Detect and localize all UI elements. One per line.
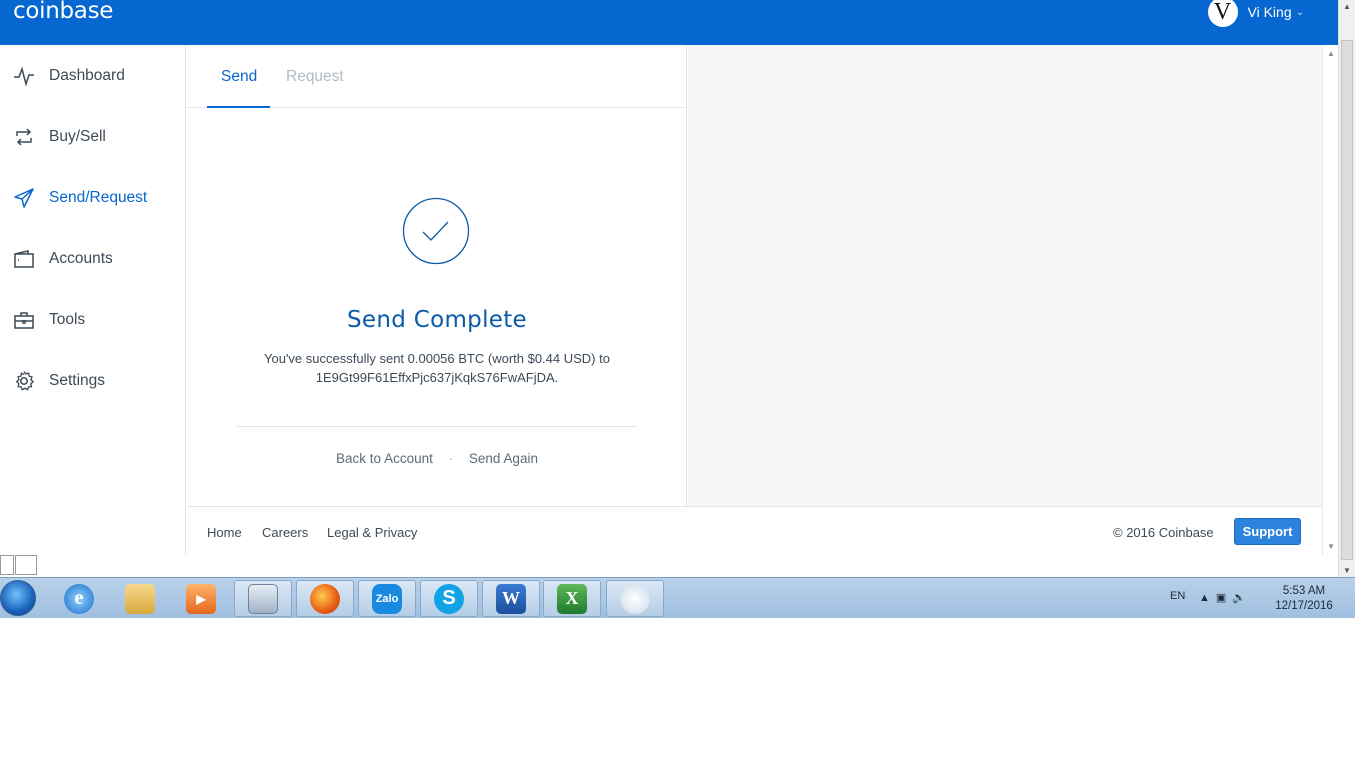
inner-scrollbar[interactable]: ▲ ▼ bbox=[1322, 45, 1338, 555]
media-player-icon: ▶ bbox=[186, 583, 216, 614]
skype-icon: S bbox=[434, 583, 464, 614]
result-actions: Back to Account · Send Again bbox=[187, 451, 687, 466]
network-icon[interactable]: ▣ bbox=[1216, 592, 1232, 604]
taskbar-zalo[interactable]: Zalo bbox=[358, 580, 416, 617]
paper-plane-icon bbox=[14, 188, 34, 208]
sidebar-item-tools[interactable]: Tools bbox=[0, 300, 186, 340]
checkmark-circle-icon bbox=[402, 197, 470, 265]
paint-icon bbox=[620, 583, 650, 614]
taskbar-word[interactable]: W bbox=[482, 580, 540, 617]
taskbar-ie[interactable]: e bbox=[50, 580, 108, 617]
internet-explorer-icon: e bbox=[64, 583, 94, 614]
avatar[interactable]: V bbox=[1207, 0, 1238, 27]
system-tray-icons[interactable]: ▲▣🔈 bbox=[1199, 591, 1252, 604]
volume-icon[interactable]: 🔈 bbox=[1232, 592, 1252, 604]
sidebar-item-label: Send/Request bbox=[49, 189, 148, 206]
separator-dot: · bbox=[448, 451, 454, 466]
sidebar-item-dashboard[interactable]: Dashboard bbox=[0, 56, 186, 96]
chevron-down-icon[interactable]: ⌄ bbox=[1296, 7, 1304, 18]
taskbar-paint[interactable] bbox=[606, 580, 664, 617]
language-indicator[interactable]: EN bbox=[1170, 590, 1185, 602]
taskbar-excel[interactable]: X bbox=[543, 580, 601, 617]
scroll-up-icon[interactable]: ▲ bbox=[1327, 49, 1335, 58]
footer-home-link[interactable]: Home bbox=[207, 525, 242, 540]
clock-date: 12/17/2016 bbox=[1275, 600, 1333, 612]
sidebar-item-label: Buy/Sell bbox=[49, 128, 106, 145]
coinbase-logo[interactable]: coinbase bbox=[13, 0, 113, 24]
right-empty-pane bbox=[688, 45, 1322, 506]
sidebar-item-label: Settings bbox=[49, 372, 106, 389]
sidebar-item-settings[interactable]: Settings bbox=[0, 361, 186, 401]
tab-request[interactable]: Request bbox=[286, 68, 344, 86]
footer-careers-link[interactable]: Careers bbox=[262, 525, 308, 540]
taskbar-clock[interactable]: 5:53 AM 12/17/2016 bbox=[1268, 584, 1340, 614]
scroll-up-icon[interactable]: ▲ bbox=[1343, 2, 1351, 11]
scrollbar-thumb[interactable] bbox=[1341, 40, 1353, 560]
status-strip bbox=[0, 555, 1338, 577]
back-to-account-link[interactable]: Back to Account bbox=[336, 451, 433, 466]
status-strip-icons bbox=[0, 555, 38, 575]
copyright: © 2016 Coinbase bbox=[1113, 525, 1214, 540]
top-bar: coinbase V Vi King ⌄ bbox=[0, 0, 1338, 45]
active-tab-indicator bbox=[207, 106, 270, 108]
document-image-icon[interactable] bbox=[15, 555, 37, 575]
firefox-icon bbox=[310, 583, 340, 614]
taskbar-skype[interactable]: S bbox=[420, 580, 478, 617]
sidebar-item-accounts[interactable]: Accounts bbox=[0, 239, 186, 279]
divider bbox=[237, 426, 637, 427]
taskbar-calculator[interactable] bbox=[234, 580, 292, 617]
toolbox-icon bbox=[14, 312, 34, 329]
message-line: You've successfully sent 0.00056 BTC (wo… bbox=[264, 351, 610, 366]
sidebar-item-label: Tools bbox=[49, 311, 86, 328]
word-icon: W bbox=[496, 583, 526, 614]
calculator-icon bbox=[248, 583, 278, 614]
document-icon[interactable] bbox=[0, 555, 14, 575]
wallet-icon bbox=[14, 250, 34, 268]
sidebar-item-label: Dashboard bbox=[49, 67, 125, 84]
send-again-link[interactable]: Send Again bbox=[469, 451, 538, 466]
send-complete-message: You've successfully sent 0.00056 BTC (wo… bbox=[237, 349, 637, 387]
sidebar: Dashboard Buy/Sell Send/Request Accounts… bbox=[0, 45, 186, 555]
pulse-icon bbox=[14, 66, 34, 87]
clock-time: 5:53 AM bbox=[1282, 585, 1326, 597]
user-name[interactable]: Vi King bbox=[1248, 4, 1292, 20]
sidebar-item-send-request[interactable]: Send/Request bbox=[0, 178, 186, 218]
taskbar-explorer[interactable] bbox=[111, 580, 169, 617]
support-button[interactable]: Support bbox=[1234, 518, 1301, 545]
send-complete-title: Send Complete bbox=[347, 307, 527, 333]
user-menu[interactable]: V Vi King ⌄ bbox=[1207, 0, 1304, 27]
tab-send[interactable]: Send bbox=[221, 68, 257, 86]
zalo-icon: Zalo bbox=[372, 583, 402, 614]
sidebar-item-label: Accounts bbox=[49, 250, 113, 267]
start-button[interactable] bbox=[0, 580, 36, 616]
send-panel: Send Request Send Complete You've succes… bbox=[187, 45, 687, 506]
scroll-down-icon[interactable]: ▼ bbox=[1343, 566, 1351, 575]
scroll-down-icon[interactable]: ▼ bbox=[1327, 542, 1335, 551]
footer-legal-link[interactable]: Legal & Privacy bbox=[327, 525, 417, 540]
recipient-address: 1E9Gt99F61EffxPjc637jKqkS76FwAFjDA. bbox=[315, 370, 559, 385]
show-hidden-icons-icon[interactable]: ▲ bbox=[1199, 592, 1216, 604]
windows-taskbar: e ▶ Zalo S W X EN ▲▣🔈 5:53 AM 12/17/2016 bbox=[0, 577, 1355, 618]
send-request-tabs: Send Request bbox=[187, 45, 687, 108]
file-explorer-icon bbox=[125, 583, 155, 614]
exchange-icon bbox=[16, 128, 32, 146]
excel-icon: X bbox=[557, 583, 587, 614]
taskbar-media-player[interactable]: ▶ bbox=[172, 580, 230, 617]
sidebar-item-buy-sell[interactable]: Buy/Sell bbox=[0, 117, 186, 157]
taskbar-firefox[interactable] bbox=[296, 580, 354, 617]
gear-icon bbox=[15, 371, 34, 391]
footer: Home Careers Legal & Privacy © 2016 Coin… bbox=[187, 506, 1322, 555]
window-scrollbar[interactable]: ▲ ▼ bbox=[1338, 0, 1355, 577]
